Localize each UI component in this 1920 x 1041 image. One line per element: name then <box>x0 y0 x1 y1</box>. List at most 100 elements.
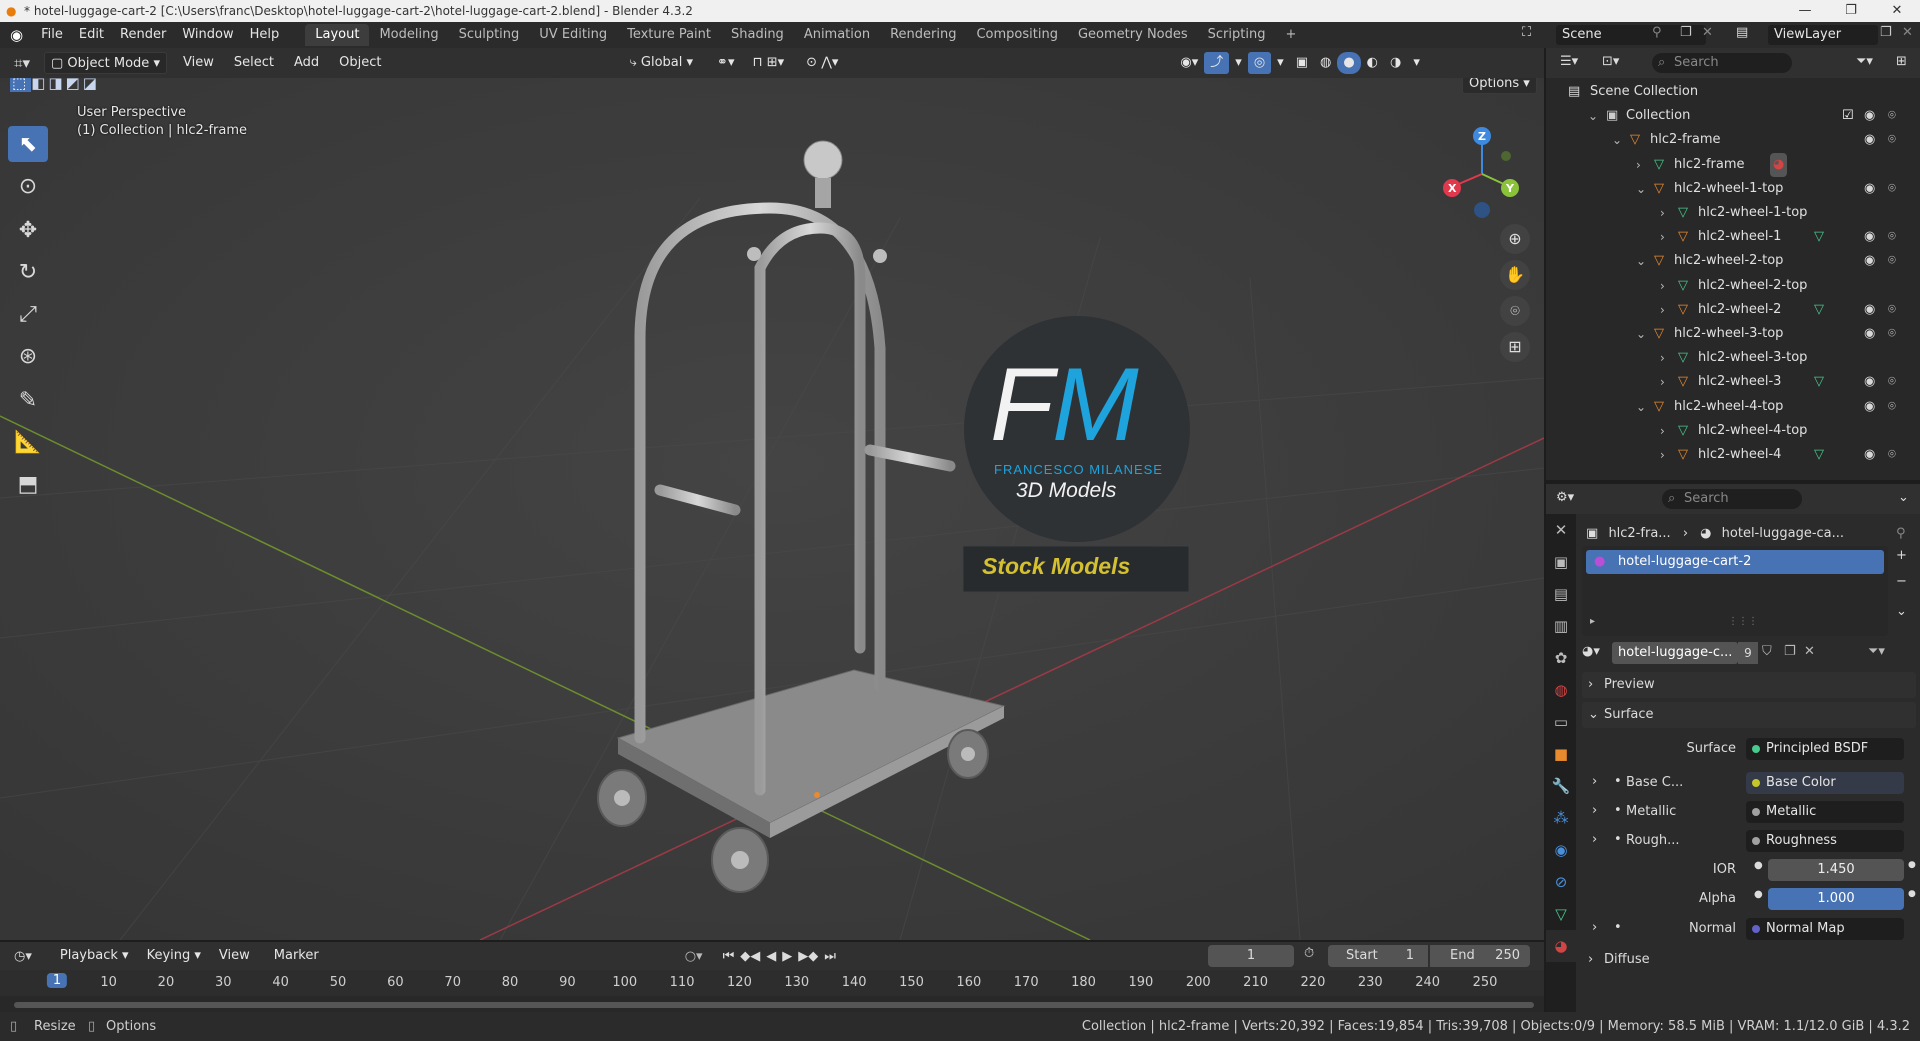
transform-orientation[interactable]: ⤷ Global ▾ <box>623 52 699 74</box>
menu-object[interactable]: Object <box>333 52 387 74</box>
end-frame-field[interactable]: End 250 <box>1430 945 1530 967</box>
view-layer-selector[interactable]: ViewLayer <box>1768 25 1878 45</box>
menu-timeline-view[interactable]: View <box>213 945 256 967</box>
outliner-row[interactable]: › ▽ hlc2-wheel-4-top <box>1546 419 1920 443</box>
chevron-right-icon[interactable]: › <box>1660 298 1665 322</box>
tab-uv-editing[interactable]: UV Editing <box>529 24 617 46</box>
filter-icon[interactable]: ⏷▾ <box>1856 54 1873 69</box>
blender-logo-icon[interactable]: ◉ <box>0 26 33 44</box>
outliner-editor-type-icon[interactable]: ☰▾ <box>1560 54 1578 69</box>
eye-icon[interactable]: ◉ <box>1864 395 1875 419</box>
shading-menu-icon[interactable]: ▾ <box>1407 52 1426 74</box>
camera-icon[interactable]: ⌾ <box>1888 443 1896 467</box>
select-box-icon[interactable]: ⬉ <box>8 126 48 162</box>
outliner-row[interactable]: › ▽ hlc2-wheel-1-top <box>1546 201 1920 225</box>
eye-icon[interactable]: ◉ <box>1864 298 1875 322</box>
chevron-right-icon[interactable]: › <box>1660 346 1665 370</box>
preview-range-icon[interactable]: ⏱ <box>1304 946 1314 961</box>
timeline-area[interactable]: 1 10 20 30 40 50 60 70 80 90 100 110 120 130 140 150 160… <box>0 970 1544 1012</box>
eye-icon[interactable]: ◉ <box>1864 104 1875 128</box>
new-scene-icon[interactable]: ❐ <box>1680 25 1692 40</box>
tab-geometry-nodes[interactable]: Geometry Nodes <box>1068 24 1198 46</box>
play-reverse-icon[interactable]: ◀ <box>766 949 776 964</box>
ior-field[interactable]: 1.450 <box>1768 859 1904 881</box>
outliner-row[interactable]: › ▽ hlc2-wheel-2 ▽ ◉ ⌾ <box>1546 298 1920 322</box>
chevron-right-icon[interactable]: › <box>1660 443 1665 467</box>
add-slot-icon[interactable]: + <box>1896 548 1907 563</box>
play-icon[interactable]: ▶ <box>782 949 792 964</box>
data-tab-icon[interactable]: ▽ <box>1546 898 1576 930</box>
view-layer-tab-icon[interactable]: ▥ <box>1546 610 1576 642</box>
outliner-row[interactable]: › ▽ hlc2-wheel-2-top <box>1546 274 1920 298</box>
eye-icon[interactable]: ◉ <box>1864 370 1875 394</box>
expand-input-icon[interactable]: › <box>1592 803 1597 818</box>
select-intersect-icon[interactable]: ◪ <box>83 78 100 92</box>
outliner-row[interactable]: › ▽ hlc2-frame ◕ <box>1546 152 1920 177</box>
properties-options-icon[interactable]: ⌄ <box>1898 490 1909 505</box>
link-mode-icon[interactable]: ⏷▾ <box>1868 644 1885 659</box>
roughness-field[interactable]: Roughness <box>1746 830 1904 852</box>
tab-texture-paint[interactable]: Texture Paint <box>617 24 721 46</box>
eye-icon[interactable]: ◉ <box>1864 443 1875 467</box>
visibility-icon[interactable]: ◉▾ <box>1174 52 1204 74</box>
camera-icon[interactable]: ⌾ <box>1888 128 1896 152</box>
outliner-row[interactable]: ⌄ ▽ hlc2-wheel-3-top ◉ ⌾ <box>1546 322 1920 346</box>
timeline-scrollbar[interactable] <box>14 1002 1534 1008</box>
scale-icon[interactable]: ⤢ <box>8 296 48 332</box>
tab-layout[interactable]: Layout <box>305 24 370 46</box>
outliner-row[interactable]: ⌄ ▣ Collection ☑ ◉ ⌾ <box>1546 104 1920 128</box>
camera-icon[interactable]: ⌾ <box>1888 298 1896 322</box>
outliner-row[interactable]: › ▽ hlc2-wheel-4 ▽ ◉ ⌾ <box>1546 443 1920 467</box>
jump-keyframe-back-icon[interactable]: ◆◀ <box>740 949 760 964</box>
world-tab-icon[interactable]: ◍ <box>1546 674 1576 706</box>
display-mode-icon[interactable]: ⊡▾ <box>1602 54 1619 69</box>
chevron-down-icon[interactable]: ⌄ <box>1612 128 1622 152</box>
chevron-right-icon[interactable]: › <box>1660 201 1665 225</box>
outliner-row[interactable]: ⌄ ▽ hlc2-wheel-1-top ◉ ⌾ <box>1546 177 1920 201</box>
expand-input-icon[interactable]: › <box>1592 774 1597 789</box>
add-cube-icon[interactable]: ⬒ <box>8 466 48 502</box>
properties-editor-type-icon[interactable]: ⚙▾ <box>1556 490 1574 505</box>
shading-material-icon[interactable]: ◐ <box>1361 52 1384 74</box>
chevron-right-icon[interactable]: › <box>1660 370 1665 394</box>
overlay-menu-icon[interactable]: ▾ <box>1271 52 1290 74</box>
menu-marker[interactable]: Marker <box>268 945 325 967</box>
jump-start-icon[interactable]: ⏮ <box>723 949 735 964</box>
gizmo-toggle-icon[interactable]: ⤴ <box>1204 52 1230 74</box>
camera-icon[interactable]: ⌾ <box>1888 322 1896 346</box>
eye-icon[interactable]: ◉ <box>1864 322 1875 346</box>
expand-slot-icon[interactable]: ▸ <box>1590 616 1595 627</box>
metallic-field[interactable]: Metallic <box>1746 801 1904 823</box>
menu-help[interactable]: Help <box>242 24 288 46</box>
eye-icon[interactable]: ◉ <box>1864 249 1875 273</box>
rotate-icon[interactable]: ↻ <box>8 254 48 290</box>
unlink-material-icon[interactable]: ✕ <box>1804 644 1815 659</box>
chevron-down-icon[interactable]: ⌄ <box>1636 395 1646 419</box>
camera-icon[interactable]: ⌾ <box>1888 370 1896 394</box>
chevron-down-icon[interactable]: ⌄ <box>1636 177 1646 201</box>
chevron-right-icon[interactable]: › <box>1660 225 1665 249</box>
menu-playback[interactable]: Playback ▾ <box>54 945 135 967</box>
render-tab-icon[interactable]: ▣ <box>1546 546 1576 578</box>
add-workspace-icon[interactable]: + <box>1275 24 1306 46</box>
tool-tab-icon[interactable]: ✕ <box>1546 514 1576 546</box>
timeline-editor-type-icon[interactable]: ◷▾ <box>0 949 42 964</box>
alpha-field[interactable]: 1.000 <box>1768 888 1904 910</box>
snap-icon[interactable]: ⊓ ⊞▾ <box>746 52 790 74</box>
fake-user-icon[interactable]: ⛉ <box>1762 644 1772 659</box>
tab-rendering[interactable]: Rendering <box>880 24 966 46</box>
shading-wireframe-icon[interactable]: ◍ <box>1314 52 1337 74</box>
expand-input-icon[interactable]: › <box>1592 920 1597 935</box>
constraints-tab-icon[interactable]: ⊘ <box>1546 866 1576 898</box>
slot-specials-icon[interactable]: ⌄ <box>1896 604 1907 619</box>
browse-material-icon[interactable]: ◕▾ <box>1582 644 1600 659</box>
outliner-row[interactable]: ⌄ ▽ hlc2-wheel-4-top ◉ ⌾ <box>1546 395 1920 419</box>
modifier-tab-icon[interactable]: 🔧 <box>1546 770 1576 802</box>
menu-render[interactable]: Render <box>112 24 174 46</box>
close-icon[interactable]: ✕ <box>1874 0 1920 22</box>
menu-window[interactable]: Window <box>174 24 241 46</box>
chevron-right-icon[interactable]: › <box>1660 419 1665 443</box>
menu-keying[interactable]: Keying ▾ <box>141 945 207 967</box>
physics-tab-icon[interactable]: ◉ <box>1546 834 1576 866</box>
chevron-down-icon[interactable]: ⌄ <box>1588 104 1598 128</box>
